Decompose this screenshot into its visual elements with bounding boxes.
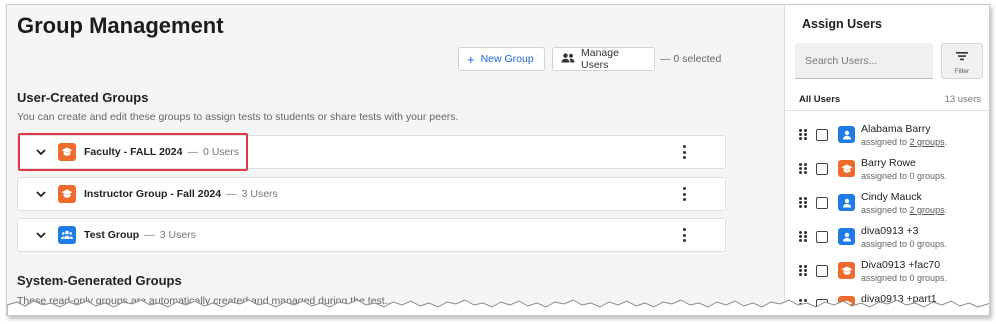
separator-dash: — — [144, 229, 155, 241]
new-group-label: New Group — [480, 53, 534, 65]
screenshot-frame: Group Management + New Group Manage User… — [6, 4, 990, 316]
manage-users-button[interactable]: Manage Users — [552, 47, 655, 71]
group-row[interactable]: Faculty - FALL 2024 — 0 Users — [17, 135, 726, 169]
chevron-down-icon[interactable] — [34, 187, 48, 201]
person-icon — [838, 194, 855, 211]
user-assignment: assigned to 0 groups. — [861, 273, 948, 283]
user-checkbox[interactable] — [816, 197, 828, 209]
user-checkbox[interactable] — [816, 129, 828, 141]
assigned-groups-link[interactable]: 2 groups — [910, 137, 945, 147]
user-name: Cindy Mauck — [861, 191, 922, 203]
plus-icon: + — [467, 51, 475, 67]
assign-users-title: Assign Users — [802, 17, 882, 31]
drag-handle-icon[interactable] — [799, 265, 807, 277]
user-name: Barry Rowe — [861, 157, 916, 169]
user-list-item[interactable]: Cindy Mauck assigned to 2 groups. — [785, 188, 989, 222]
main-panel: Group Management + New Group Manage User… — [7, 5, 783, 315]
drag-handle-icon[interactable] — [799, 197, 807, 209]
user-assignment: assigned to 0 groups. — [861, 171, 948, 181]
assigned-groups-link[interactable]: 2 groups — [910, 205, 945, 215]
person-icon — [838, 126, 855, 143]
selected-count: — 0 selected — [660, 53, 722, 65]
more-options-icon[interactable] — [681, 145, 687, 159]
chevron-down-icon[interactable] — [34, 228, 48, 242]
graduation-cap-icon — [58, 143, 76, 161]
user-list-item[interactable]: diva0913 +3 assigned to 0 groups. — [785, 222, 989, 256]
user-groups-description: You can create and edit these groups to … — [17, 111, 459, 123]
user-count: 13 users — [944, 94, 981, 105]
graduation-cap-icon — [58, 185, 76, 203]
user-assignment: assigned to 2 groups. — [861, 137, 948, 147]
group-user-count: 3 Users — [159, 229, 196, 241]
filter-button[interactable]: Filter — [941, 43, 983, 79]
user-list-item[interactable]: Alabama Barry assigned to 2 groups. — [785, 120, 989, 154]
drag-handle-icon[interactable] — [799, 231, 807, 243]
chevron-down-icon[interactable] — [34, 145, 48, 159]
all-users-label: All Users — [799, 94, 841, 105]
user-checkbox[interactable] — [816, 163, 828, 175]
group-name: Instructor Group - Fall 2024 — [84, 188, 222, 200]
manage-users-label: Manage Users — [581, 47, 619, 71]
assign-users-panel: Assign Users Filter All Users 13 users A… — [784, 5, 989, 315]
group-user-count: 0 Users — [202, 146, 240, 158]
more-options-icon[interactable] — [681, 187, 687, 201]
user-name: Alabama Barry — [861, 123, 931, 135]
user-checkbox[interactable] — [816, 265, 828, 277]
graduation-cap-icon — [838, 160, 855, 177]
drag-handle-icon[interactable] — [799, 129, 807, 141]
user-name: Diva0913 +fac70 — [861, 259, 941, 271]
group-user-count: 3 Users — [241, 188, 278, 200]
people-icon — [561, 52, 575, 66]
torn-edge — [7, 299, 989, 315]
people-group-icon — [58, 226, 76, 244]
group-row[interactable]: Instructor Group - Fall 2024 — 3 Users — [17, 177, 726, 211]
user-list-item[interactable]: Barry Rowe assigned to 0 groups. — [785, 154, 989, 188]
user-groups-heading: User-Created Groups — [17, 90, 149, 105]
group-row[interactable]: Test Group — 3 Users — [17, 218, 726, 252]
search-users-input[interactable] — [795, 43, 933, 79]
filter-icon — [955, 48, 969, 66]
divider — [785, 110, 989, 111]
group-name: Test Group — [84, 229, 140, 241]
user-assignment: assigned to 2 groups. — [861, 205, 948, 215]
person-icon — [838, 228, 855, 245]
graduation-cap-icon — [838, 262, 855, 279]
system-groups-heading: System-Generated Groups — [17, 273, 182, 288]
user-assignment: assigned to 0 groups. — [861, 239, 948, 249]
drag-handle-icon[interactable] — [799, 163, 807, 175]
more-options-icon[interactable] — [681, 228, 687, 242]
group-name: Faculty - FALL 2024 — [84, 146, 183, 158]
user-list-item[interactable]: Diva0913 +fac70 assigned to 0 groups. — [785, 256, 989, 290]
page-title: Group Management — [17, 13, 224, 38]
separator-dash: — — [187, 146, 198, 158]
user-checkbox[interactable] — [816, 231, 828, 243]
user-name: diva0913 +3 — [861, 225, 919, 237]
filter-label: Filter — [954, 67, 970, 75]
new-group-button[interactable]: + New Group — [458, 47, 545, 71]
separator-dash: — — [226, 188, 237, 200]
